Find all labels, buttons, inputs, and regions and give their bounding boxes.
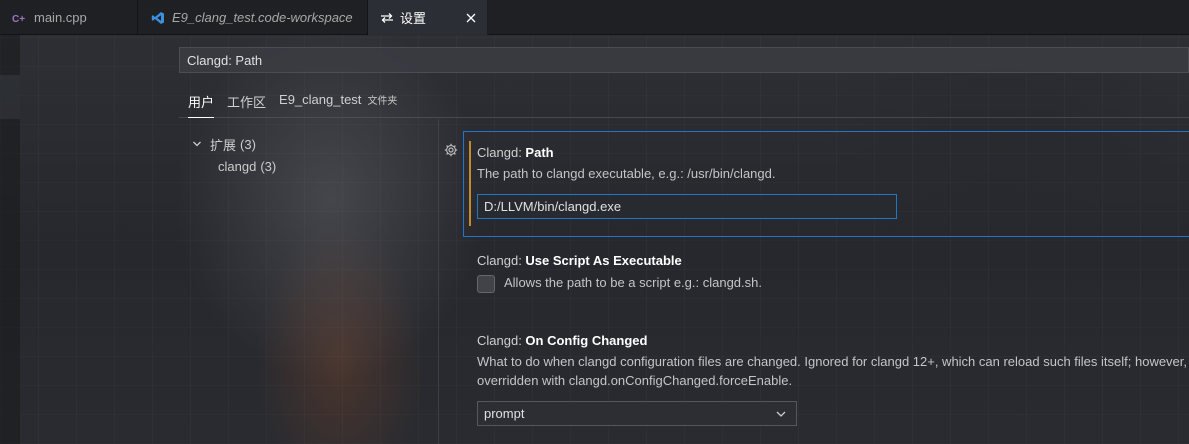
close-icon[interactable] [464, 10, 477, 26]
setting-title: Clangd: Use Script As Executable [477, 253, 682, 268]
setting-title: Clangd: Path [477, 145, 554, 160]
toc-item-count: (3) [260, 158, 277, 174]
tab-label: main.cpp [34, 10, 87, 25]
toc-item-label: 扩展 [210, 137, 237, 153]
setting-description: Allows the path to be a script e.g.: cla… [504, 275, 762, 290]
settings-scope-tabs: 用户 工作区 E9_clang_test 文件夹 [179, 88, 1189, 118]
settings-icon [380, 10, 394, 26]
editor-tab-bar: C+ main.cpp E9_clang_test.code-workspace… [0, 0, 1189, 35]
tab-workspace[interactable]: 工作区 [227, 88, 266, 117]
settings-search-input[interactable]: Clangd: Path [179, 47, 1189, 73]
toc-item-clangd[interactable]: clangd (3) [190, 155, 390, 177]
tab-folder-label: E9_clang_test [279, 92, 362, 107]
setting-description: What to do when clangd configuration fil… [477, 354, 1188, 369]
setting-clangd-path [463, 131, 1189, 237]
setting-name: Use Script As Executable [525, 253, 682, 268]
use-script-checkbox[interactable] [477, 275, 495, 293]
setting-title: Clangd: On Config Changed [477, 333, 647, 348]
tab-folder-sublabel: 文件夹 [367, 96, 398, 107]
setting-description: The path to clangd executable, e.g.: /us… [477, 166, 776, 181]
tab-main-cpp[interactable]: C+ main.cpp [0, 0, 138, 35]
on-config-changed-select[interactable]: prompt [477, 401, 797, 426]
chevron-down-icon [774, 407, 788, 421]
toc-item-count: (3) [240, 136, 256, 152]
tab-folder[interactable]: E9_clang_test 文件夹 [279, 88, 397, 113]
tab-user[interactable]: 用户 [188, 88, 215, 118]
tab-workspace-label: 工作区 [227, 95, 267, 110]
tab-settings[interactable]: 设置 [368, 0, 488, 35]
setting-description: overridden with clangd.onConfigChanged.f… [477, 373, 793, 388]
setting-category: Clangd: [477, 333, 526, 348]
side-strip [0, 35, 20, 444]
clangd-path-input[interactable]: D:/LLVM/bin/clangd.exe [477, 194, 897, 219]
select-value: prompt [484, 406, 525, 421]
toc-item-label: clangd [218, 158, 257, 174]
modified-indicator [469, 141, 471, 226]
tab-user-label: 用户 [188, 95, 215, 110]
gear-icon[interactable] [444, 143, 458, 157]
setting-name: On Config Changed [525, 333, 648, 348]
toc-divider [438, 119, 439, 444]
cpp-file-icon: C+ [12, 10, 28, 26]
setting-category: Clangd: [477, 253, 526, 268]
tab-label: E9_clang_test.code-workspace [172, 10, 353, 25]
settings-toc: 扩展 (3) clangd (3) [190, 133, 390, 177]
setting-category: Clangd: [477, 145, 526, 160]
chevron-down-icon [190, 139, 204, 149]
toc-item-extensions[interactable]: 扩展 (3) [190, 133, 390, 155]
tab-label: 设置 [400, 11, 427, 26]
tab-workspace-file[interactable]: E9_clang_test.code-workspace [138, 0, 368, 35]
vscode-icon [150, 10, 166, 26]
svg-text:C+: C+ [12, 14, 25, 24]
setting-name: Path [525, 145, 554, 160]
